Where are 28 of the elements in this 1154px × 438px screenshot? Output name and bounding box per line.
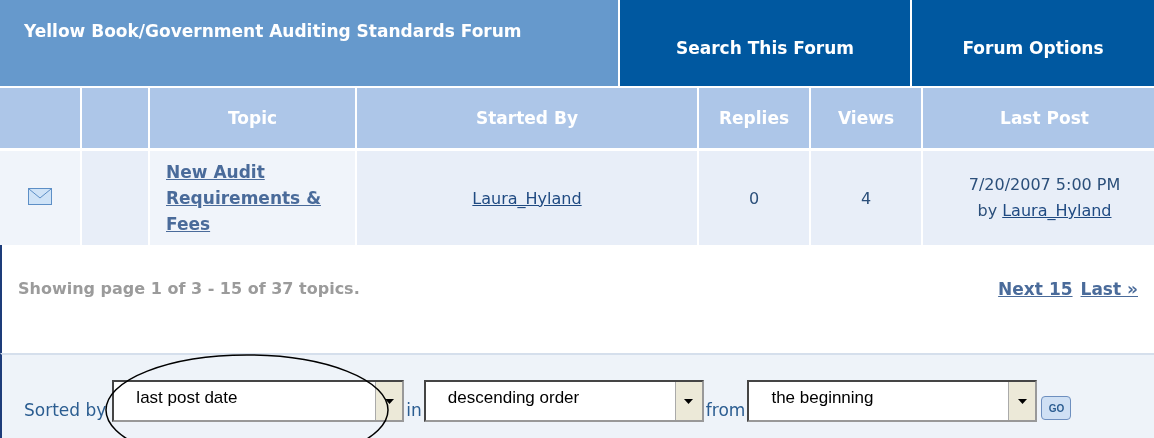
sort-label: from (705, 400, 746, 420)
pagination-summary: Showing page 1 of 3 - 15 of 37 topics. (18, 279, 360, 300)
last-post-date: 7/20/2007 5:00 PM (968, 175, 1121, 194)
forum-title: Yellow Book/Government Auditing Standards Forum (0, 0, 618, 86)
replies-cell: 0 (699, 148, 809, 245)
forum-header-button[interactable]: Forum Options (912, 0, 1154, 86)
column-header: Started By (357, 86, 697, 148)
sort-dropdown[interactable]: the beginning (747, 380, 1038, 422)
column-header: Views (811, 86, 921, 148)
caret-icon (684, 398, 694, 404)
views-cell: 4 (811, 148, 921, 245)
forum-header-button[interactable]: Search This Forum (620, 0, 910, 86)
author-link[interactable]: Laura_Hyland (472, 188, 582, 208)
caret-icon (1017, 398, 1027, 404)
pagination-link[interactable]: Next 15 (998, 279, 1073, 353)
sort-label: Sorted by (24, 400, 107, 420)
envelope-icon (28, 187, 52, 205)
column-header: Replies (699, 86, 809, 148)
column-header: Topic (150, 86, 355, 148)
sort-label: in (406, 400, 422, 420)
pagination-link[interactable]: Last » (1080, 279, 1138, 353)
caret-icon (384, 398, 394, 404)
column-header: Last Post (923, 86, 1154, 148)
sort-dropdown[interactable]: descending order (423, 380, 704, 422)
go-button[interactable]: GO (1041, 396, 1072, 420)
by-label: by (977, 201, 998, 220)
author-link[interactable]: Laura_Hyland (1002, 201, 1112, 220)
sort-dropdown[interactable]: last post date (112, 380, 405, 422)
